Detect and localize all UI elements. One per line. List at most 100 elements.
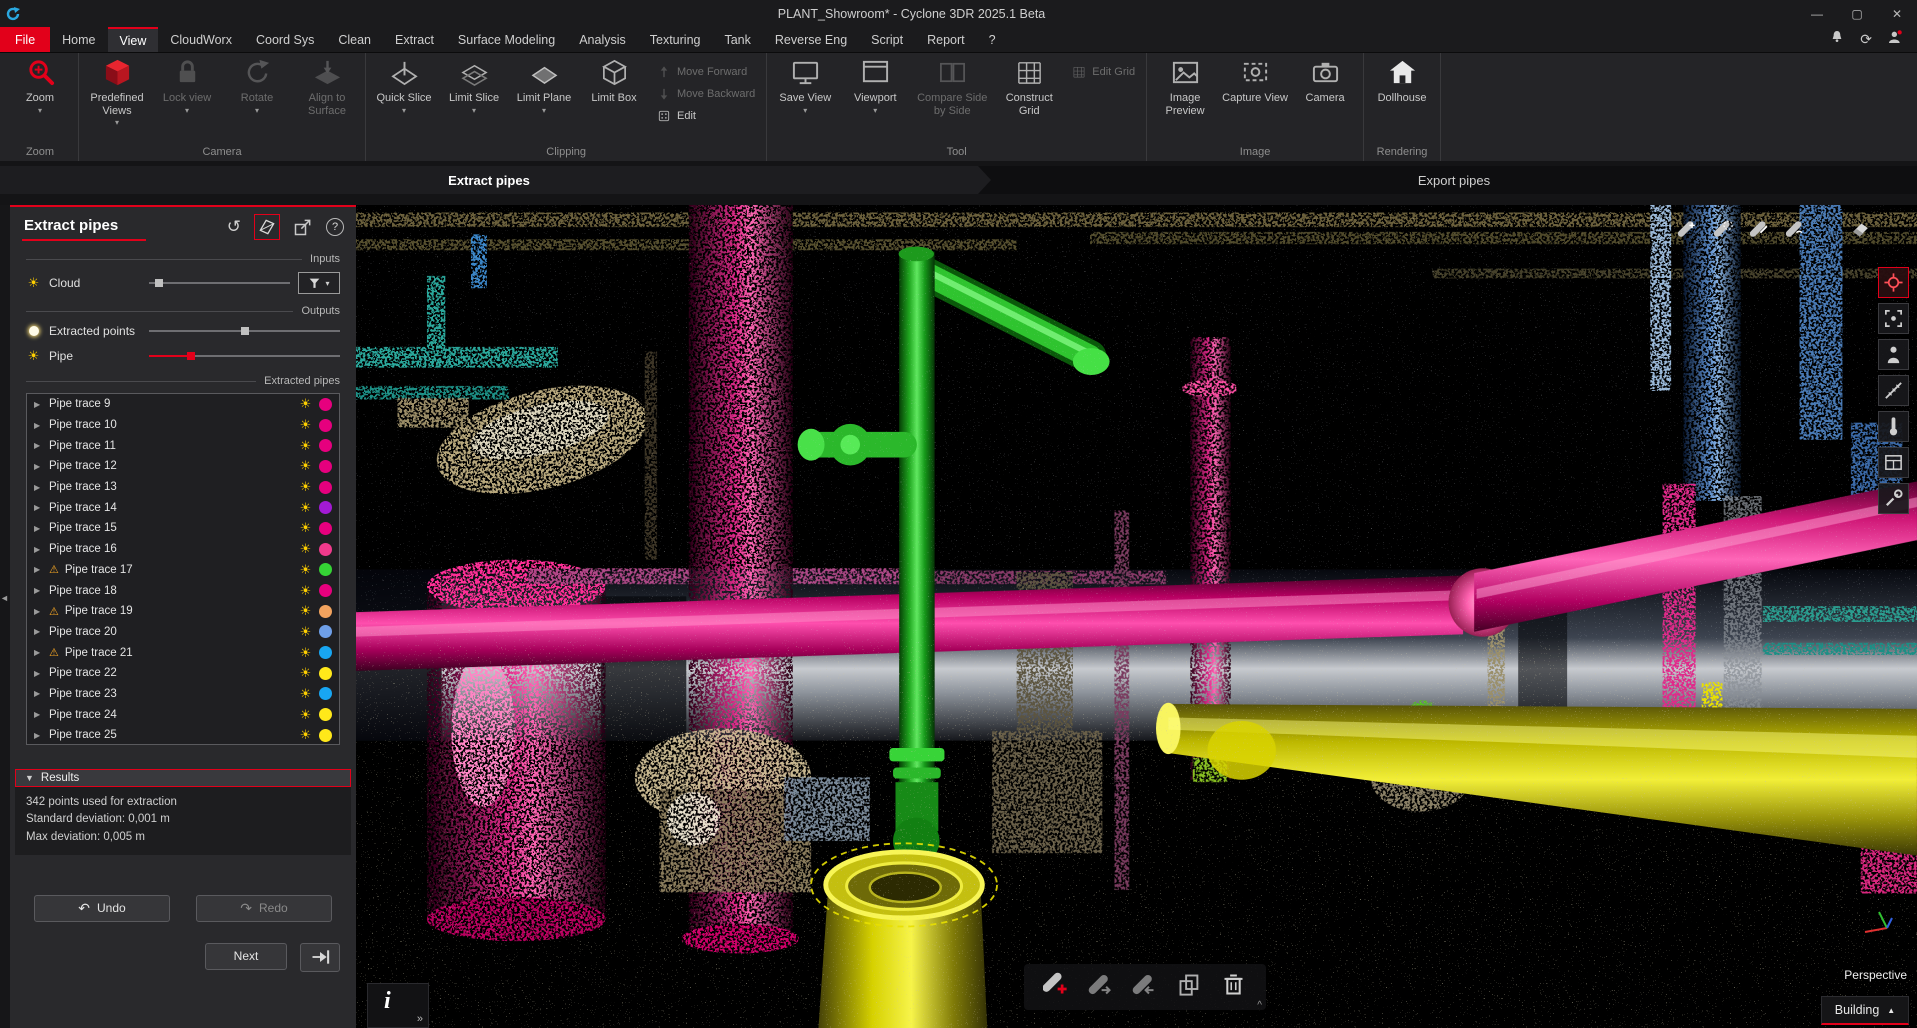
pipe-trace-item[interactable]: ▶⚠Pipe trace 10☀ <box>27 415 339 436</box>
extracted-points-slider[interactable] <box>149 324 340 338</box>
pipe-trace-item[interactable]: ▶⚠Pipe trace 16☀ <box>27 539 339 560</box>
pipe-color-dot[interactable] <box>319 563 332 576</box>
ribbon-button-edit[interactable]: Edit <box>657 107 755 125</box>
ribbon-button-save-view[interactable]: Save View▾ <box>770 53 840 116</box>
bulb-icon[interactable] <box>29 326 39 336</box>
trace-pipe-icon[interactable] <box>1710 217 1737 241</box>
pipe-color-dot[interactable] <box>319 501 332 514</box>
menu-reverse-eng[interactable]: Reverse Eng <box>763 27 859 52</box>
ribbon-button-limit-plane[interactable]: Limit Plane▾ <box>509 53 579 116</box>
expand-icon[interactable]: ▶ <box>34 689 43 698</box>
center-view-button[interactable] <box>1878 303 1909 334</box>
ribbon-button-capture-view[interactable]: Capture View <box>1220 53 1290 105</box>
pipe-color-dot[interactable] <box>319 522 332 535</box>
menu-home[interactable]: Home <box>50 27 107 52</box>
ribbon-button-align-to-surface[interactable]: Align to Surface <box>292 53 362 117</box>
pipe-color-dot[interactable] <box>319 584 332 597</box>
extend-pipe-button[interactable] <box>1131 971 1158 1003</box>
ribbon-button-limit-box[interactable]: Limit Box <box>579 53 649 105</box>
ribbon-button-rotate[interactable]: Rotate▾ <box>222 53 292 116</box>
continue-pipe-button[interactable] <box>1087 971 1114 1003</box>
ribbon-button-edit-grid[interactable]: Edit Grid <box>1072 63 1135 81</box>
visibility-sun-icon[interactable]: ☀ <box>298 686 313 702</box>
pipe-color-dot[interactable] <box>319 625 332 638</box>
expand-icon[interactable]: ▶ <box>34 565 43 574</box>
expand-icon[interactable]: ▶ <box>34 586 43 595</box>
expand-icon[interactable]: ▶ <box>34 710 43 719</box>
next-button[interactable]: Next <box>205 943 287 970</box>
pipe-color-dot[interactable] <box>319 543 332 556</box>
pipe-color-dot[interactable] <box>319 687 332 700</box>
expand-icon[interactable]: ▶ <box>34 524 43 533</box>
pipe-trace-item[interactable]: ▶⚠Pipe trace 13☀ <box>27 477 339 498</box>
cloud-opacity-slider[interactable] <box>149 276 290 290</box>
point-cloud-scene[interactable] <box>356 205 1917 1028</box>
ribbon-button-image-preview[interactable]: Image Preview <box>1150 53 1220 117</box>
collapse-panel-arrow[interactable]: ◄ <box>0 593 9 603</box>
visibility-sun-icon[interactable]: ☀ <box>298 645 313 661</box>
add-pipe-button[interactable] <box>1043 971 1070 1003</box>
pipe-trace-item[interactable]: ▶⚠Pipe trace 25☀ <box>27 725 339 745</box>
menu-extract[interactable]: Extract <box>383 27 446 52</box>
user-account-icon[interactable] <box>1887 29 1903 50</box>
pipe-trace-item[interactable]: ▶⚠Pipe trace 23☀ <box>27 684 339 705</box>
visibility-sun-icon[interactable]: ☀ <box>26 275 41 291</box>
pipe-trace-item[interactable]: ▶⚠Pipe trace 15☀ <box>27 518 339 539</box>
menu-surface-modeling[interactable]: Surface Modeling <box>446 27 567 52</box>
ribbon-button-limit-slice[interactable]: Limit Slice▾ <box>439 53 509 116</box>
sync-icon[interactable]: ⟳ <box>1860 31 1872 48</box>
ribbon-button-move-backward[interactable]: Move Backward <box>657 85 755 103</box>
expand-icon[interactable]: ▶ <box>34 607 43 616</box>
visibility-sun-icon[interactable]: ☀ <box>298 727 313 743</box>
pipe-trace-item[interactable]: ▶⚠Pipe trace 19☀ <box>27 601 339 622</box>
pipe-trace-item[interactable]: ▶⚠Pipe trace 18☀ <box>27 580 339 601</box>
expand-icon[interactable]: ▶ <box>34 731 43 740</box>
menu-cloudworx[interactable]: CloudWorx <box>158 27 244 52</box>
expand-icon[interactable]: ▶ <box>34 503 43 512</box>
expand-icon[interactable]: ▶ <box>34 400 43 409</box>
pipe-color-dot[interactable] <box>319 419 332 432</box>
3d-viewport[interactable]: ^ i » Perspective Building ▲ <box>356 205 1917 1028</box>
menu-script[interactable]: Script <box>859 27 915 52</box>
edit-pipe-icon[interactable] <box>1746 217 1773 241</box>
pipe-trace-item[interactable]: ▶⚠Pipe trace 22☀ <box>27 663 339 684</box>
visibility-sun-icon[interactable]: ☀ <box>298 500 313 516</box>
redo-button[interactable]: ↷Redo <box>196 895 332 922</box>
visibility-sun-icon[interactable]: ☀ <box>298 665 313 681</box>
export-icon[interactable] <box>293 217 313 237</box>
pipe-color-dot[interactable] <box>319 398 332 411</box>
ribbon-button-camera[interactable]: Camera <box>1290 53 1360 105</box>
ribbon-button-move-forward[interactable]: Move Forward <box>657 63 755 81</box>
menu-help[interactable]: ? <box>977 27 1008 52</box>
pipe-color-dot[interactable] <box>319 439 332 452</box>
ribbon-button-compare-side-by-side[interactable]: Compare Side by Side <box>910 53 994 117</box>
ribbon-button-zoom[interactable]: Zoom▾ <box>5 53 75 116</box>
pipe-opacity-slider[interactable] <box>149 349 340 363</box>
pipe-color-dot[interactable] <box>319 729 332 742</box>
visibility-sun-icon[interactable]: ☀ <box>298 417 313 433</box>
building-selector[interactable]: Building ▲ <box>1821 996 1909 1025</box>
selection-tool-active[interactable] <box>254 214 280 240</box>
menu-report[interactable]: Report <box>915 27 977 52</box>
pipe-trace-item[interactable]: ▶⚠Pipe trace 14☀ <box>27 497 339 518</box>
visibility-sun-icon[interactable]: ☀ <box>298 396 313 412</box>
expand-icon[interactable]: ▶ <box>34 648 43 657</box>
ribbon-button-quick-slice[interactable]: Quick Slice▾ <box>369 53 439 116</box>
toolbar-expand-icon[interactable]: ^ <box>1257 1000 1262 1011</box>
minimize-button[interactable]: — <box>1797 0 1837 27</box>
go-to-export-button[interactable] <box>300 943 340 972</box>
notifications-icon[interactable] <box>1829 29 1845 50</box>
visibility-sun-icon[interactable]: ☀ <box>298 479 313 495</box>
reset-icon[interactable]: ↺ <box>227 217 241 237</box>
expand-icon[interactable]: ▶ <box>34 627 43 636</box>
menu-view[interactable]: View <box>108 27 159 52</box>
pipe-trace-item[interactable]: ▶⚠Pipe trace 20☀ <box>27 622 339 643</box>
delete-pipe-button[interactable] <box>1220 971 1247 1003</box>
pipe-trace-item[interactable]: ▶⚠Pipe trace 9☀ <box>27 394 339 415</box>
expand-icon[interactable]: ▶ <box>34 462 43 471</box>
workflow-step-export-pipes[interactable]: Export pipes <box>991 166 1917 194</box>
grid-display-button[interactable] <box>1878 447 1909 478</box>
pipe-trace-item[interactable]: ▶⚠Pipe trace 21☀ <box>27 642 339 663</box>
visibility-sun-icon[interactable]: ☀ <box>298 603 313 619</box>
info-panel[interactable]: i » <box>367 983 429 1028</box>
